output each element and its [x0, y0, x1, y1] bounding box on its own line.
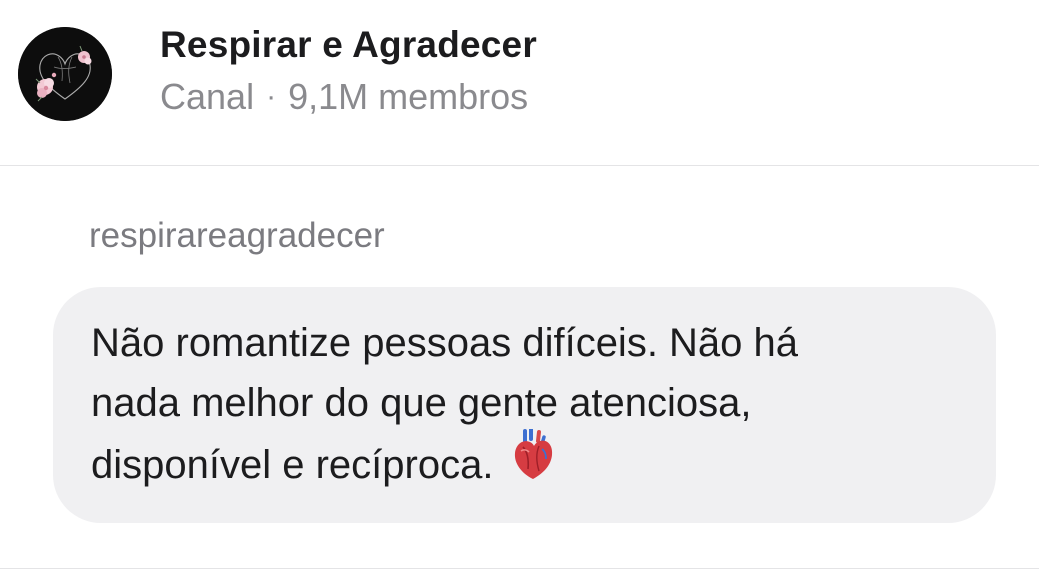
message-line: nada melhor do que gente atenciosa, — [91, 381, 752, 425]
message-sender[interactable]: respirareagradecer — [89, 216, 385, 256]
message-line: Não romantize pessoas difíceis. Não há — [91, 321, 799, 365]
avatar[interactable] — [18, 27, 112, 121]
channel-type-label: Canal — [160, 76, 255, 117]
channel-view: Respirar e Agradecer Canal · 9,1M membros … — [0, 0, 1039, 573]
message-line-last: disponível e recíproca. — [91, 427, 971, 502]
member-count: 9,1M membros — [288, 76, 529, 117]
channel-header[interactable]: Respirar e Agradecer Canal · 9,1M membros — [0, 0, 1039, 166]
message-text: Não romantize pessoas difíceis. Não há n… — [91, 313, 971, 502]
message-line-text: disponível e recíproca. — [91, 443, 494, 488]
separator-dot: · — [266, 80, 277, 113]
floral-heart-icon — [18, 27, 112, 121]
message-bubble[interactable]: Não romantize pessoas difíceis. Não há n… — [53, 287, 996, 523]
channel-subtitle: Canal · 9,1M membros — [160, 76, 528, 118]
divider — [0, 568, 1039, 569]
anatomical-heart-icon — [511, 427, 555, 498]
channel-title[interactable]: Respirar e Agradecer — [160, 24, 537, 66]
